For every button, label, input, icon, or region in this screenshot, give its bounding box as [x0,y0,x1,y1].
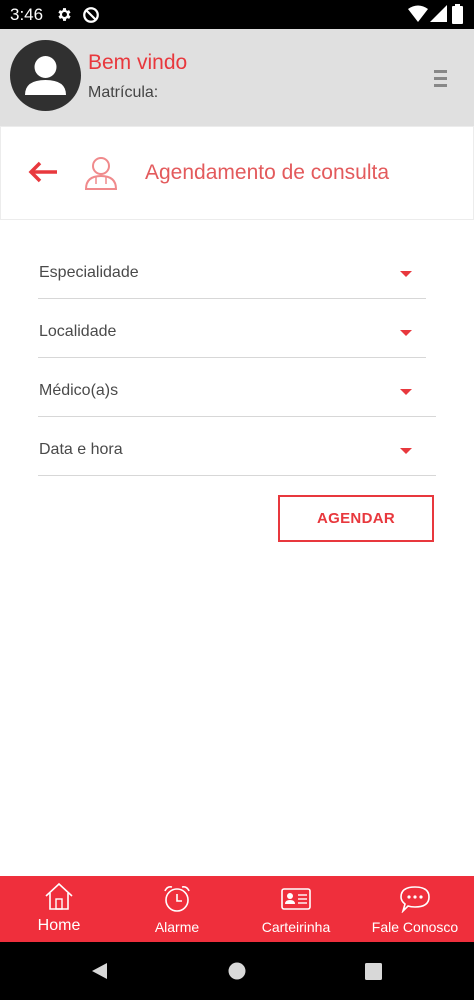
nav-label-id-card: Carteirinha [261,919,331,935]
user-silhouette-icon [25,56,66,95]
doctor-icon [83,155,119,196]
system-nav-bar [0,942,474,1000]
specialty-label: Especialidade [39,264,139,281]
nav-item-home[interactable]: Home [0,876,118,942]
nav-item-alarm[interactable]: Alarme [118,876,236,942]
doctor-label: Médico(a)s [39,382,119,399]
nav-item-contact[interactable]: Fale Conosco [356,876,474,942]
page-title: Agendamento de consulta [145,161,390,184]
bottom-nav: Home Alarme Carteirinha Fale Conosco [0,876,474,942]
signal-icon [430,5,447,28]
registration-label: Matrícula: [88,84,159,101]
datetime-label: Data e hora [39,441,123,458]
chevron-down-icon[interactable] [400,271,412,277]
chat-bubble-icon [400,886,430,913]
chevron-down-icon[interactable] [400,330,412,336]
chevron-down-icon[interactable] [400,448,412,454]
home-circle-icon[interactable] [228,962,246,980]
back-triangle-icon[interactable] [90,962,108,980]
nav-label-alarm: Alarme [154,919,200,935]
recents-square-icon[interactable] [365,963,382,980]
doctor-select[interactable]: Médico(a)s [38,358,436,417]
id-card-icon [281,888,311,910]
welcome-text: Bem vindo [88,51,188,74]
status-bar: 3:46 [0,0,474,29]
home-icon [45,882,73,910]
hamburger-menu-icon[interactable] [433,69,449,89]
location-select[interactable]: Localidade [38,299,426,358]
nav-label-contact: Fale Conosco [371,919,459,935]
chevron-down-icon[interactable] [400,389,412,395]
arrow-left-icon[interactable] [27,160,59,189]
at-sign-icon [82,6,100,29]
specialty-select[interactable]: Especialidade [38,240,426,299]
gear-icon [56,6,73,28]
battery-icon [452,4,463,29]
schedule-button[interactable]: AGENDAR [278,495,434,542]
location-label: Localidade [39,323,117,340]
page-title-bar: Agendamento de consulta [0,126,474,220]
alarm-clock-icon [164,886,190,912]
nav-label-home: Home [37,917,81,934]
wifi-icon [408,5,428,28]
avatar[interactable] [10,40,81,111]
nav-item-id-card[interactable]: Carteirinha [236,876,356,942]
status-time: 3:46 [10,5,44,24]
user-header: Bem vindo Matrícula: [0,29,474,126]
datetime-select[interactable]: Data e hora [38,417,436,476]
